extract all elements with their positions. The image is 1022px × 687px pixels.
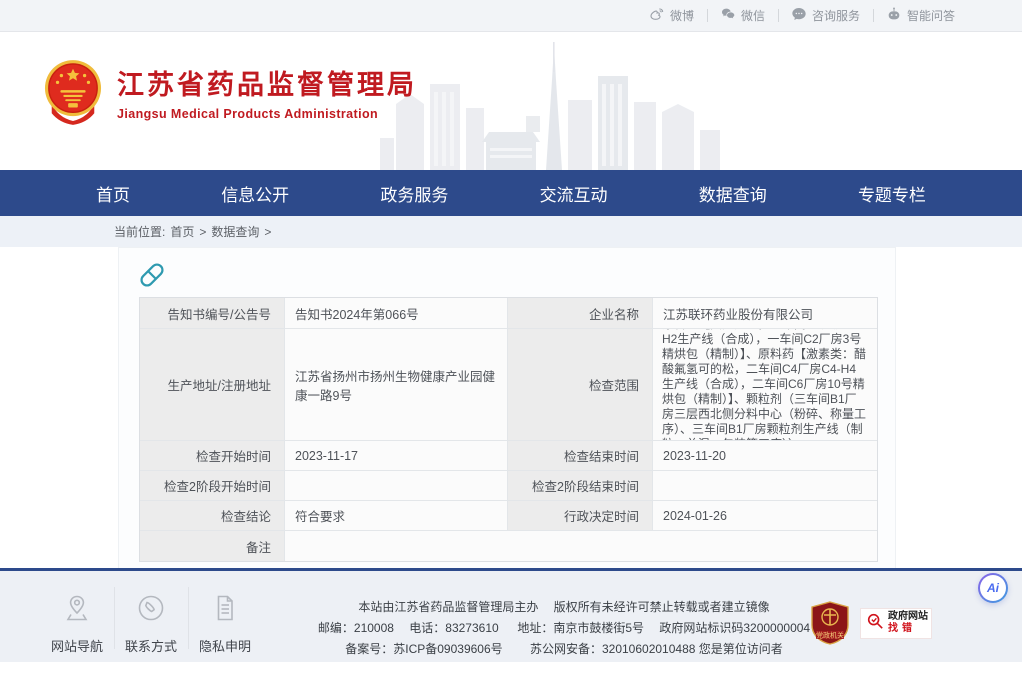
weibo-link[interactable]: 微博 bbox=[636, 6, 707, 25]
field-value-remarks bbox=[285, 531, 877, 561]
main-nav: 首页 信息公开 政务服务 交流互动 数据查询 专题专栏 bbox=[0, 170, 1022, 216]
breadcrumb-separator: > bbox=[199, 225, 206, 239]
error-report-badge-text: 政府网站 找错 bbox=[888, 611, 928, 635]
field-label-company-name: 企业名称 bbox=[508, 298, 653, 329]
gov-site-error-report-badge[interactable]: 政府网站 找错 bbox=[860, 608, 932, 639]
ai-assistant-label: Ai bbox=[980, 575, 1006, 601]
chat-icon bbox=[791, 6, 807, 25]
field-value-inspection-scope: 原料药【曲克芦丁，一车间C2厂房C2-H2生产线（合成），一车间C2厂房3号精烘… bbox=[653, 329, 877, 441]
site-map-icon bbox=[62, 593, 92, 628]
smart-qa-label: 智能问答 bbox=[907, 7, 955, 24]
footer-line-2: 邮编：210008 电话：83273610 地址：南京市鼓楼街5号 政府网站标识… bbox=[308, 618, 820, 639]
field-label-notice-number: 告知书编号/公告号 bbox=[140, 298, 285, 329]
city-skyline-art bbox=[378, 42, 728, 170]
footer-legal-text: 本站由江苏省药品监督管理局主办 版权所有未经许可禁止转载或者建立镜像 邮编：21… bbox=[308, 597, 820, 660]
shield-badge-label: 党政机关 bbox=[816, 631, 844, 640]
field-label-address: 生产地址/注册地址 bbox=[140, 329, 285, 441]
phone-icon bbox=[136, 593, 166, 628]
footer-link-privacy-label: 隐私申明 bbox=[199, 636, 251, 655]
field-value-notice-number: 告知书2024年第066号 bbox=[285, 298, 508, 329]
consult-service-link[interactable]: 咨询服务 bbox=[778, 6, 873, 25]
privacy-doc-icon bbox=[210, 593, 240, 628]
field-label-decision-date: 行政决定时间 bbox=[508, 501, 653, 531]
site-subtitle: Jiangsu Medical Products Administration bbox=[117, 107, 417, 121]
field-label-phase2-end: 检查2阶段结束时间 bbox=[508, 471, 653, 501]
field-value-phase2-end bbox=[653, 471, 877, 501]
wechat-link[interactable]: 微信 bbox=[707, 6, 778, 25]
field-value-conclusion: 符合要求 bbox=[285, 501, 508, 531]
weibo-icon bbox=[649, 6, 665, 25]
nav-item-home[interactable]: 首页 bbox=[96, 181, 130, 206]
field-value-address: 江苏省扬州市扬州生物健康产业园健康一路9号 bbox=[285, 329, 508, 441]
robot-icon bbox=[886, 6, 902, 25]
nav-item-interaction[interactable]: 交流互动 bbox=[540, 181, 608, 206]
national-emblem-logo bbox=[44, 59, 102, 125]
weibo-label: 微博 bbox=[670, 7, 694, 24]
field-value-company-name: 江苏联环药业股份有限公司 bbox=[653, 298, 877, 329]
footer-line-3: 备案号：苏ICP备09039606号 苏公网安备：32010602010488 … bbox=[308, 639, 820, 660]
ai-assistant-button[interactable]: Ai bbox=[978, 573, 1008, 603]
field-value-inspection-end: 2023-11-20 bbox=[653, 441, 877, 471]
field-label-conclusion: 检查结论 bbox=[140, 501, 285, 531]
field-value-inspection-start: 2023-11-17 bbox=[285, 441, 508, 471]
record-detail-card: 告知书编号/公告号 告知书2024年第066号 企业名称 江苏联环药业股份有限公… bbox=[118, 247, 896, 568]
field-label-phase2-start: 检查2阶段开始时间 bbox=[140, 471, 285, 501]
field-value-phase2-start bbox=[285, 471, 508, 501]
footer-link-sitemap-label: 网站导航 bbox=[51, 636, 103, 655]
footer-link-privacy[interactable]: 隐私申明 bbox=[188, 593, 262, 655]
wechat-label: 微信 bbox=[741, 7, 765, 24]
footer-badges: 党政机关 政府网站 找错 bbox=[810, 601, 932, 645]
footer-line-1: 本站由江苏省药品监督管理局主办 版权所有未经许可禁止转载或者建立镜像 bbox=[308, 597, 820, 618]
party-gov-shield-badge[interactable]: 党政机关 bbox=[810, 601, 850, 645]
consult-service-label: 咨询服务 bbox=[812, 7, 860, 24]
brand-text: 江苏省药品监督管理局 Jiangsu Medical Products Admi… bbox=[117, 63, 417, 121]
breadcrumb-data-query-link[interactable]: 数据查询 bbox=[211, 223, 259, 240]
record-table: 告知书编号/公告号 告知书2024年第066号 企业名称 江苏联环药业股份有限公… bbox=[139, 297, 878, 562]
nav-item-data-query[interactable]: 数据查询 bbox=[699, 181, 767, 206]
footer-link-contact[interactable]: 联系方式 bbox=[114, 593, 188, 655]
breadcrumb-separator-2: > bbox=[264, 225, 271, 239]
breadcrumb: 当前位置: 首页 > 数据查询 > bbox=[0, 216, 1022, 247]
error-report-badge-line1: 政府网站 bbox=[888, 611, 928, 623]
footer-link-sitemap[interactable]: 网站导航 bbox=[40, 593, 114, 655]
footer-link-contact-label: 联系方式 bbox=[125, 636, 177, 655]
field-label-inspection-scope: 检查范围 bbox=[508, 329, 653, 441]
breadcrumb-prefix: 当前位置: bbox=[114, 223, 165, 240]
nav-item-info-disclosure[interactable]: 信息公开 bbox=[221, 181, 289, 206]
smart-qa-link[interactable]: 智能问答 bbox=[873, 6, 968, 25]
site-header: 江苏省药品监督管理局 Jiangsu Medical Products Admi… bbox=[0, 33, 1022, 170]
wechat-icon bbox=[720, 6, 736, 25]
site-footer: 网站导航 联系方式 bbox=[0, 568, 1022, 662]
field-label-inspection-start: 检查开始时间 bbox=[140, 441, 285, 471]
footer-quick-links: 网站导航 联系方式 bbox=[40, 593, 262, 655]
field-label-remarks: 备注 bbox=[140, 531, 285, 561]
page: 微博 微信 咨询服务 bbox=[0, 0, 1022, 687]
brand[interactable]: 江苏省药品监督管理局 Jiangsu Medical Products Admi… bbox=[44, 59, 417, 125]
nav-item-gov-services[interactable]: 政务服务 bbox=[380, 181, 448, 206]
field-value-decision-date: 2024-01-26 bbox=[653, 501, 877, 531]
pill-capsule-icon bbox=[137, 260, 167, 290]
nav-item-special-topics[interactable]: 专题专栏 bbox=[858, 181, 926, 206]
error-report-magnifier-icon bbox=[866, 612, 884, 635]
error-report-badge-line2: 找错 bbox=[888, 623, 928, 635]
breadcrumb-home-link[interactable]: 首页 bbox=[170, 223, 194, 240]
field-label-inspection-end: 检查结束时间 bbox=[508, 441, 653, 471]
site-title: 江苏省药品监督管理局 bbox=[117, 63, 417, 102]
top-utility-bar: 微博 微信 咨询服务 bbox=[0, 0, 1022, 32]
